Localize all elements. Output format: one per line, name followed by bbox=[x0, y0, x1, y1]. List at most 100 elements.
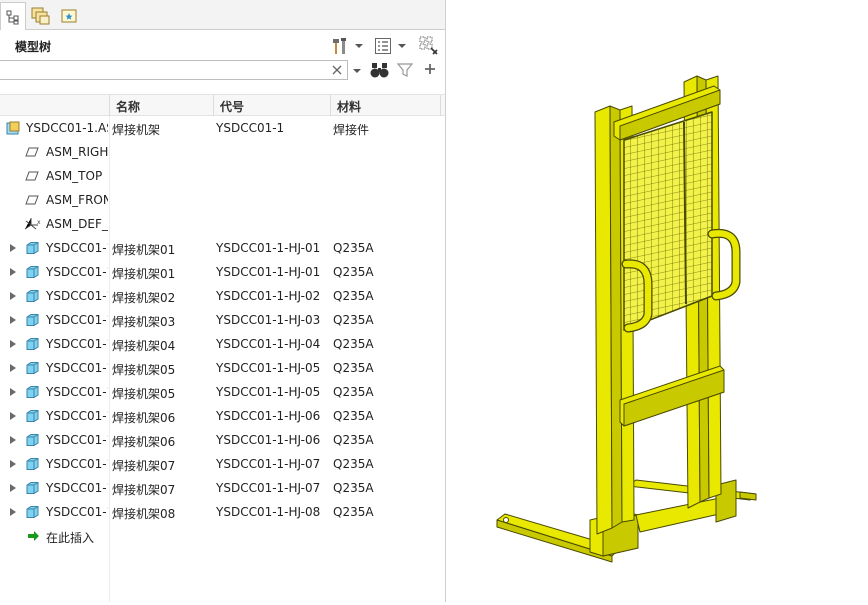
graphics-viewport[interactable] bbox=[446, 0, 868, 602]
tree-row-part[interactable]: YSDCC01-1 焊接机架01 YSDCC01-1-HJ-01 Q235A bbox=[0, 260, 445, 284]
tree-filter-button[interactable] bbox=[418, 35, 440, 57]
tree-item-title: 焊接机架01 bbox=[112, 267, 176, 281]
datum-plane-icon bbox=[25, 147, 39, 157]
tree-item-code: YSDCC01-1-HJ-05 bbox=[216, 385, 321, 399]
part-icon bbox=[26, 266, 39, 278]
assembly-icon bbox=[6, 121, 20, 135]
tools-dropdown[interactable] bbox=[354, 35, 364, 57]
welded-frame-model[interactable] bbox=[446, 0, 868, 602]
tree-item-label: ASM_FRONT bbox=[46, 193, 108, 207]
tree-item-label: YSDCC01-1 bbox=[46, 313, 108, 327]
expand-arrow-icon[interactable] bbox=[10, 364, 16, 372]
tree-row-part[interactable]: YSDCC01-1 焊接机架01 YSDCC01-1-HJ-01 Q235A bbox=[0, 236, 445, 260]
insert-here-row[interactable]: 在此插入 bbox=[0, 524, 445, 548]
column-header-material[interactable]: 材料 bbox=[337, 98, 361, 115]
model-tree-rows: YSDCC01-1.AS 焊接机架 YSDCC01-1 焊接件 ASM_RIGH… bbox=[0, 116, 445, 602]
tree-item-label: ASM_RIGHT bbox=[46, 145, 108, 159]
tree-row-datum[interactable]: ASM_FRONT bbox=[0, 188, 445, 212]
expand-arrow-icon[interactable] bbox=[10, 268, 16, 276]
folder-browser-icon bbox=[31, 7, 50, 24]
part-icon bbox=[26, 314, 39, 326]
tree-row-part[interactable]: YSDCC01-1 焊接机架06 YSDCC01-1-HJ-06 Q235A bbox=[0, 428, 445, 452]
tree-item-code: YSDCC01-1-HJ-07 bbox=[216, 481, 321, 495]
tree-item-material: Q235A bbox=[333, 481, 374, 495]
column-header-name[interactable]: 名称 bbox=[116, 98, 140, 115]
settings-tools-button[interactable] bbox=[330, 35, 350, 57]
tree-item-title: 焊接机架06 bbox=[112, 435, 176, 449]
tree-row-part[interactable]: YSDCC01-1 焊接机架07 YSDCC01-1-HJ-07 Q235A bbox=[0, 452, 445, 476]
tree-row-part[interactable]: YSDCC01-1 焊接机架04 YSDCC01-1-HJ-04 Q235A bbox=[0, 332, 445, 356]
tree-item-code: YSDCC01-1-HJ-01 bbox=[216, 265, 321, 279]
clear-search-icon[interactable] bbox=[332, 65, 342, 75]
chevron-down-icon bbox=[355, 44, 363, 48]
expand-arrow-icon[interactable] bbox=[10, 436, 16, 444]
column-header-code[interactable]: 代号 bbox=[220, 98, 244, 115]
part-icon bbox=[26, 290, 39, 302]
tree-row-part[interactable]: YSDCC01-1 焊接机架05 YSDCC01-1-HJ-05 Q235A bbox=[0, 356, 445, 380]
tree-item-material: Q235A bbox=[333, 289, 374, 303]
insert-here-label: 在此插入 bbox=[46, 531, 95, 545]
options-dropdown[interactable] bbox=[397, 35, 407, 57]
expand-arrow-icon[interactable] bbox=[10, 460, 16, 468]
tree-item-material: Q235A bbox=[333, 385, 374, 399]
favorites-icon bbox=[61, 9, 77, 22]
tab-folder-browser[interactable] bbox=[28, 2, 54, 29]
tree-item-label: YSDCC01-1 bbox=[46, 265, 108, 279]
find-binoculars-icon[interactable] bbox=[370, 61, 390, 79]
tree-row-part[interactable]: YSDCC01-1 焊接机架03 YSDCC01-1-HJ-03 Q235A bbox=[0, 308, 445, 332]
svg-text:x: x bbox=[37, 219, 41, 226]
add-column-icon[interactable] bbox=[424, 63, 436, 75]
tree-row-part[interactable]: YSDCC01-1 焊接机架02 YSDCC01-1-HJ-02 Q235A bbox=[0, 284, 445, 308]
expand-arrow-icon[interactable] bbox=[10, 292, 16, 300]
tree-item-label: YSDCC01-1 bbox=[46, 457, 108, 471]
part-icon bbox=[26, 362, 39, 374]
tree-row-part[interactable]: YSDCC01-1 焊接机架07 YSDCC01-1-HJ-07 Q235A bbox=[0, 476, 445, 500]
datum-plane-icon bbox=[25, 171, 39, 181]
part-icon bbox=[26, 338, 39, 350]
part-icon bbox=[26, 386, 39, 398]
tree-row-datum[interactable]: ASM_RIGHT bbox=[0, 140, 445, 164]
tree-row-root-assembly[interactable]: YSDCC01-1.AS 焊接机架 YSDCC01-1 焊接件 bbox=[0, 116, 445, 140]
tree-item-code: YSDCC01-1-HJ-04 bbox=[216, 337, 321, 351]
tree-item-label: ASM_TOP bbox=[46, 169, 103, 183]
tree-item-material: Q235A bbox=[333, 457, 374, 471]
coordinate-system-icon: x bbox=[24, 218, 41, 230]
tree-item-code: YSDCC01-1-HJ-08 bbox=[216, 505, 321, 519]
tree-item-label: YSDCC01-1 bbox=[46, 337, 108, 351]
expand-arrow-icon[interactable] bbox=[10, 412, 16, 420]
filter-icon[interactable] bbox=[397, 62, 413, 78]
expand-arrow-icon[interactable] bbox=[10, 388, 16, 396]
tree-item-title: 焊接机架06 bbox=[112, 411, 176, 425]
tree-row-part[interactable]: YSDCC01-1 焊接机架06 YSDCC01-1-HJ-06 Q235A bbox=[0, 404, 445, 428]
tree-item-material: Q235A bbox=[333, 433, 374, 447]
show-options-button[interactable] bbox=[372, 35, 394, 57]
tree-item-material: Q235A bbox=[333, 265, 374, 279]
expand-arrow-icon[interactable] bbox=[10, 244, 16, 252]
tree-item-material: Q235A bbox=[333, 361, 374, 375]
search-dropdown-icon[interactable] bbox=[353, 68, 361, 74]
tree-item-material: Q235A bbox=[333, 241, 374, 255]
tab-model-tree[interactable] bbox=[0, 2, 26, 30]
tools-icon bbox=[333, 38, 346, 54]
tree-item-label: ASM_DEF_CSYS bbox=[46, 217, 108, 231]
part-icon bbox=[26, 482, 39, 494]
tree-row-part[interactable]: YSDCC01-1 焊接机架05 YSDCC01-1-HJ-05 Q235A bbox=[0, 380, 445, 404]
tree-item-title: 焊接机架02 bbox=[112, 291, 176, 305]
tree-row-datum[interactable]: ASM_TOP bbox=[0, 164, 445, 188]
tree-item-code: YSDCC01-1 bbox=[216, 121, 285, 135]
tree-item-code: YSDCC01-1-HJ-03 bbox=[216, 313, 321, 327]
tree-item-label: YSDCC01-1 bbox=[46, 385, 108, 399]
part-icon bbox=[26, 506, 39, 518]
search-input[interactable] bbox=[0, 60, 348, 80]
tree-row-datum[interactable]: x ASM_DEF_CSYS bbox=[0, 212, 445, 236]
tab-favorites[interactable] bbox=[56, 2, 82, 29]
model-tree-header: 模型树 bbox=[0, 30, 445, 60]
tree-item-code: YSDCC01-1-HJ-05 bbox=[216, 361, 321, 375]
expand-arrow-icon[interactable] bbox=[10, 340, 16, 348]
model-tree-icon bbox=[6, 10, 19, 24]
expand-arrow-icon[interactable] bbox=[10, 484, 16, 492]
expand-arrow-icon[interactable] bbox=[10, 316, 16, 324]
tree-row-part[interactable]: YSDCC01-1 焊接机架08 YSDCC01-1-HJ-08 Q235A bbox=[0, 500, 445, 524]
part-icon bbox=[26, 458, 39, 470]
expand-arrow-icon[interactable] bbox=[10, 508, 16, 516]
